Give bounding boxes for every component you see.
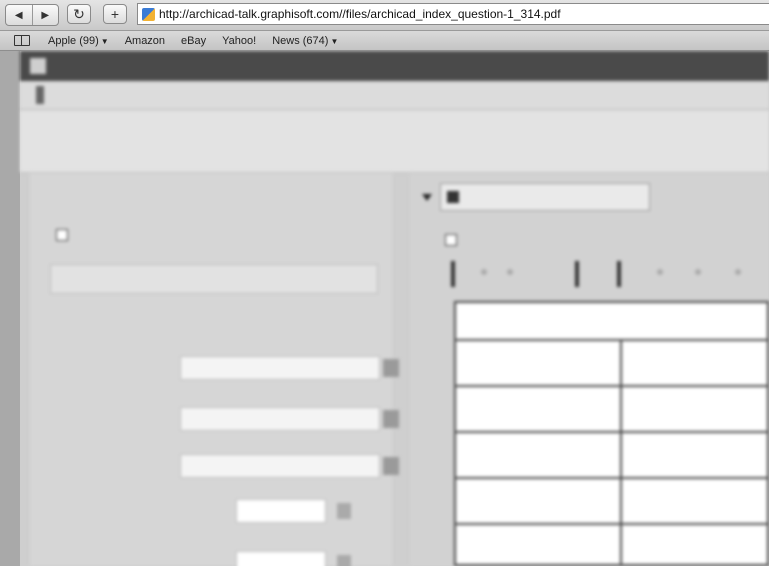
embedded-table bbox=[454, 301, 769, 566]
browser-toolbar: ◀ ▶ ↻ + http://archicad-talk.graphisoft.… bbox=[0, 0, 769, 31]
bookmark-label: News (674) bbox=[272, 34, 329, 47]
embedded-checkbox bbox=[56, 229, 68, 241]
bookmark-label: Yahoo! bbox=[222, 34, 257, 47]
ruler-dot bbox=[481, 269, 487, 275]
table-row-line bbox=[456, 385, 767, 387]
embedded-wide-button bbox=[50, 264, 378, 294]
embedded-screenshot bbox=[20, 51, 769, 566]
bookmark-apple[interactable]: Apple (99) ▼ bbox=[48, 35, 109, 47]
ruler-tick bbox=[575, 261, 579, 287]
forward-arrow-icon[interactable]: ▶ bbox=[31, 5, 59, 25]
bookmarks-bar: Apple (99) ▼ Amazon eBay Yahoo! News (674… bbox=[0, 31, 769, 51]
embedded-ruler bbox=[445, 261, 769, 287]
ruler-tick bbox=[617, 261, 621, 287]
reload-icon: ↻ bbox=[73, 5, 85, 22]
table-row-line bbox=[456, 523, 767, 525]
unit-icon bbox=[337, 503, 351, 519]
table-row-line bbox=[456, 477, 767, 479]
app-logo-icon bbox=[30, 58, 46, 74]
unit-icon bbox=[337, 555, 351, 566]
chevron-down-icon bbox=[383, 457, 399, 475]
table-col-line bbox=[620, 341, 622, 566]
bookmark-label: Amazon bbox=[124, 34, 166, 47]
ruler-tick bbox=[451, 261, 455, 287]
square-icon bbox=[447, 191, 459, 203]
embedded-dropdown bbox=[180, 454, 399, 478]
ruler-dot bbox=[695, 269, 701, 275]
embedded-menu-bar bbox=[20, 81, 769, 110]
embedded-number-input bbox=[236, 499, 351, 523]
add-bookmark-button[interactable]: + bbox=[103, 4, 127, 24]
plus-icon: + bbox=[110, 6, 120, 22]
table-row-line bbox=[456, 339, 767, 341]
chevron-down-icon bbox=[383, 410, 399, 428]
pdf-viewer-area[interactable] bbox=[0, 51, 769, 566]
chevron-down-icon: ▼ bbox=[100, 36, 109, 46]
triangle-down-icon bbox=[422, 194, 432, 201]
reload-button[interactable]: ↻ bbox=[67, 4, 91, 24]
chevron-down-icon bbox=[383, 359, 399, 377]
back-forward-control: ◀ ▶ bbox=[5, 4, 59, 26]
site-favicon-icon bbox=[142, 7, 155, 21]
table-row-line bbox=[456, 431, 767, 433]
address-bar[interactable]: http://archicad-talk.graphisoft.com//fil… bbox=[137, 3, 769, 25]
ruler-dot bbox=[735, 269, 741, 275]
address-url: http://archicad-talk.graphisoft.com//fil… bbox=[159, 7, 561, 21]
bookmark-news[interactable]: News (674) ▼ bbox=[272, 35, 338, 47]
embedded-dropdown bbox=[180, 356, 399, 380]
bookmark-label: eBay bbox=[181, 34, 207, 47]
embedded-dropdown bbox=[180, 407, 399, 431]
chevron-down-icon: ▼ bbox=[330, 36, 339, 46]
bookmark-label: Apple (99) bbox=[48, 34, 99, 47]
embedded-right-dropdown bbox=[440, 183, 650, 211]
grip-icon bbox=[36, 86, 44, 104]
ruler-dot bbox=[507, 269, 513, 275]
bookmark-yahoo[interactable]: Yahoo! bbox=[222, 35, 256, 47]
bookmark-ebay[interactable]: eBay bbox=[181, 35, 206, 47]
embedded-window-title-bar bbox=[20, 51, 769, 81]
pdf-margin bbox=[0, 51, 20, 566]
embedded-number-input bbox=[236, 551, 351, 566]
back-arrow-icon[interactable]: ◀ bbox=[6, 5, 32, 25]
ruler-dot bbox=[657, 269, 663, 275]
embedded-checkbox bbox=[445, 234, 457, 246]
bookmarks-book-icon[interactable] bbox=[14, 35, 30, 46]
bookmark-amazon[interactable]: Amazon bbox=[125, 35, 165, 47]
embedded-toolbar bbox=[20, 110, 769, 173]
